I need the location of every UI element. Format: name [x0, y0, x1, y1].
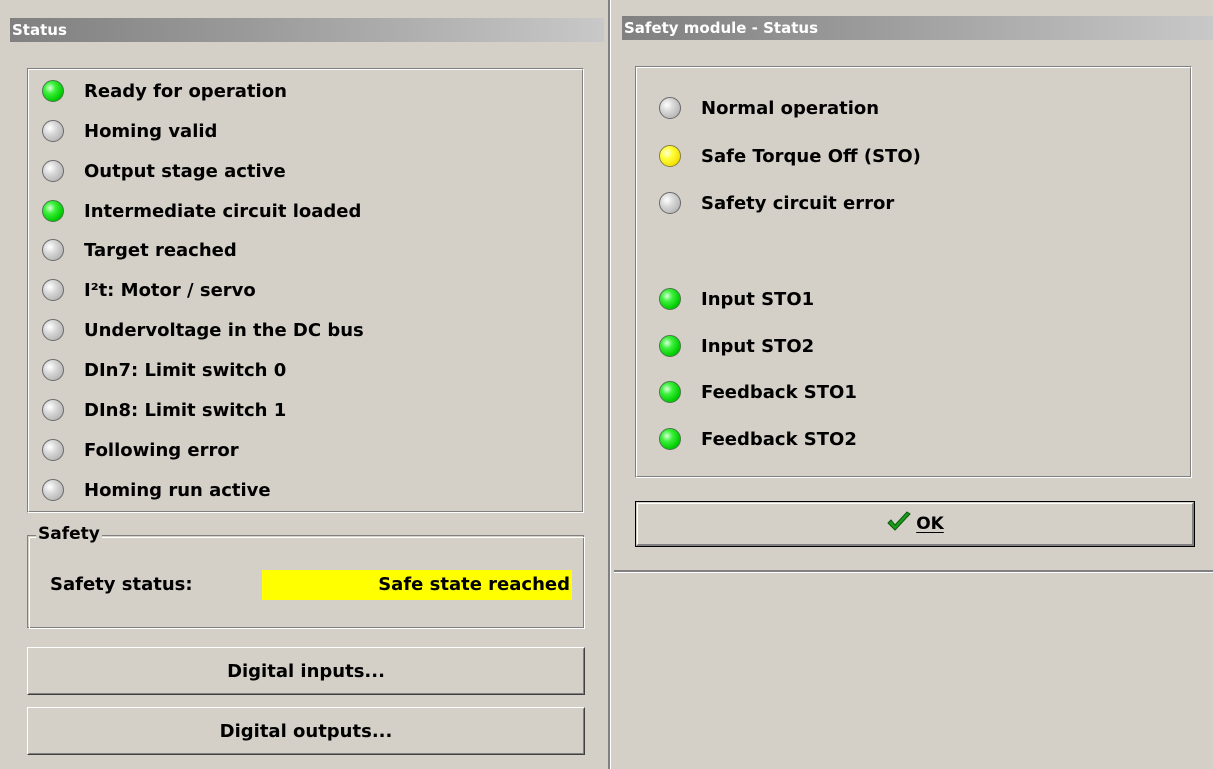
safety-item-label: Safe Torque Off (STO)	[701, 145, 921, 167]
status-item-label: Homing valid	[84, 120, 218, 142]
led-indicator-icon	[42, 200, 64, 222]
safety-group-legend: Safety	[36, 524, 102, 544]
status-item-label: Following error	[84, 439, 239, 461]
safety-item-label: Normal operation	[701, 97, 880, 119]
led-indicator-icon	[42, 359, 64, 381]
checkmark-icon	[886, 510, 912, 538]
status-item-homing-valid: Homing valid	[42, 117, 217, 145]
safety-item-input-sto2: Input STO2	[659, 332, 814, 360]
digital-inputs-button[interactable]: Digital inputs...	[27, 647, 585, 695]
panel-splitter[interactable]	[606, 0, 614, 769]
status-item-label: Intermediate circuit loaded	[84, 200, 362, 222]
ok-button-content: OK	[886, 510, 944, 538]
status-item-target-reached: Target reached	[42, 236, 237, 264]
led-indicator-icon	[42, 120, 64, 142]
status-panel: Status Ready for operation Homing valid …	[0, 0, 606, 769]
safety-item-feedback-sto1: Feedback STO1	[659, 378, 857, 406]
safety-item-input-sto1: Input STO1	[659, 285, 814, 313]
status-panel-title: Status	[10, 18, 604, 42]
status-item-label: Ready for operation	[84, 80, 287, 102]
status-item-limit-switch-1: DIn8: Limit switch 1	[42, 396, 286, 424]
safety-item-label: Feedback STO2	[701, 428, 857, 450]
safety-status-label: Safety status:	[50, 574, 193, 595]
safety-status-list-box	[635, 66, 1192, 478]
safety-item-label: Input STO1	[701, 288, 815, 310]
led-indicator-icon	[659, 288, 681, 310]
safety-item-sto: Safe Torque Off (STO)	[659, 142, 921, 170]
status-item-limit-switch-0: DIn7: Limit switch 0	[42, 356, 286, 384]
led-indicator-icon	[42, 239, 64, 261]
digital-outputs-label: Digital outputs...	[219, 720, 393, 742]
status-item-i2t: I²t: Motor / servo	[42, 276, 256, 304]
led-indicator-icon	[42, 399, 64, 421]
led-indicator-icon	[42, 160, 64, 182]
led-indicator-icon	[42, 479, 64, 501]
safety-item-label: Safety circuit error	[701, 192, 895, 214]
status-item-undervoltage: Undervoltage in the DC bus	[42, 316, 364, 344]
status-item-intermediate-circuit: Intermediate circuit loaded	[42, 197, 361, 225]
led-indicator-icon	[659, 145, 681, 167]
status-item-output-stage: Output stage active	[42, 157, 286, 185]
safety-item-circuit-error: Safety circuit error	[659, 189, 894, 217]
safety-status-value: Safe state reached	[262, 570, 572, 600]
led-indicator-icon	[42, 439, 64, 461]
status-item-following-error: Following error	[42, 436, 239, 464]
led-indicator-icon	[659, 428, 681, 450]
digital-inputs-label: Digital inputs...	[227, 660, 385, 682]
led-indicator-icon	[659, 335, 681, 357]
status-item-label: DIn7: Limit switch 0	[84, 359, 287, 381]
digital-outputs-button[interactable]: Digital outputs...	[27, 707, 585, 755]
status-item-label: I²t: Motor / servo	[84, 279, 256, 301]
status-item-ready: Ready for operation	[42, 77, 287, 105]
safety-item-label: Input STO2	[701, 335, 815, 357]
status-item-homing-run: Homing run active	[42, 476, 271, 504]
led-indicator-icon	[659, 381, 681, 403]
led-indicator-icon	[42, 80, 64, 102]
status-item-label: Output stage active	[84, 160, 286, 182]
status-item-label: Target reached	[84, 239, 237, 261]
safety-module-panel: Safety module - Status Normal operation …	[614, 0, 1213, 769]
status-item-label: Homing run active	[84, 479, 271, 501]
panel-separator-highlight	[614, 572, 1213, 573]
led-indicator-icon	[659, 97, 681, 119]
ok-button-label: OK	[916, 514, 944, 534]
safety-item-label: Feedback STO1	[701, 381, 857, 403]
safety-item-feedback-sto2: Feedback STO2	[659, 425, 857, 453]
status-item-label: Undervoltage in the DC bus	[84, 319, 364, 341]
ok-button[interactable]: OK	[635, 501, 1195, 547]
led-indicator-icon	[42, 319, 64, 341]
safety-module-title: Safety module - Status	[622, 16, 1213, 40]
led-indicator-icon	[659, 192, 681, 214]
status-item-label: DIn8: Limit switch 1	[84, 399, 287, 421]
led-indicator-icon	[42, 279, 64, 301]
safety-item-normal-operation: Normal operation	[659, 94, 879, 122]
